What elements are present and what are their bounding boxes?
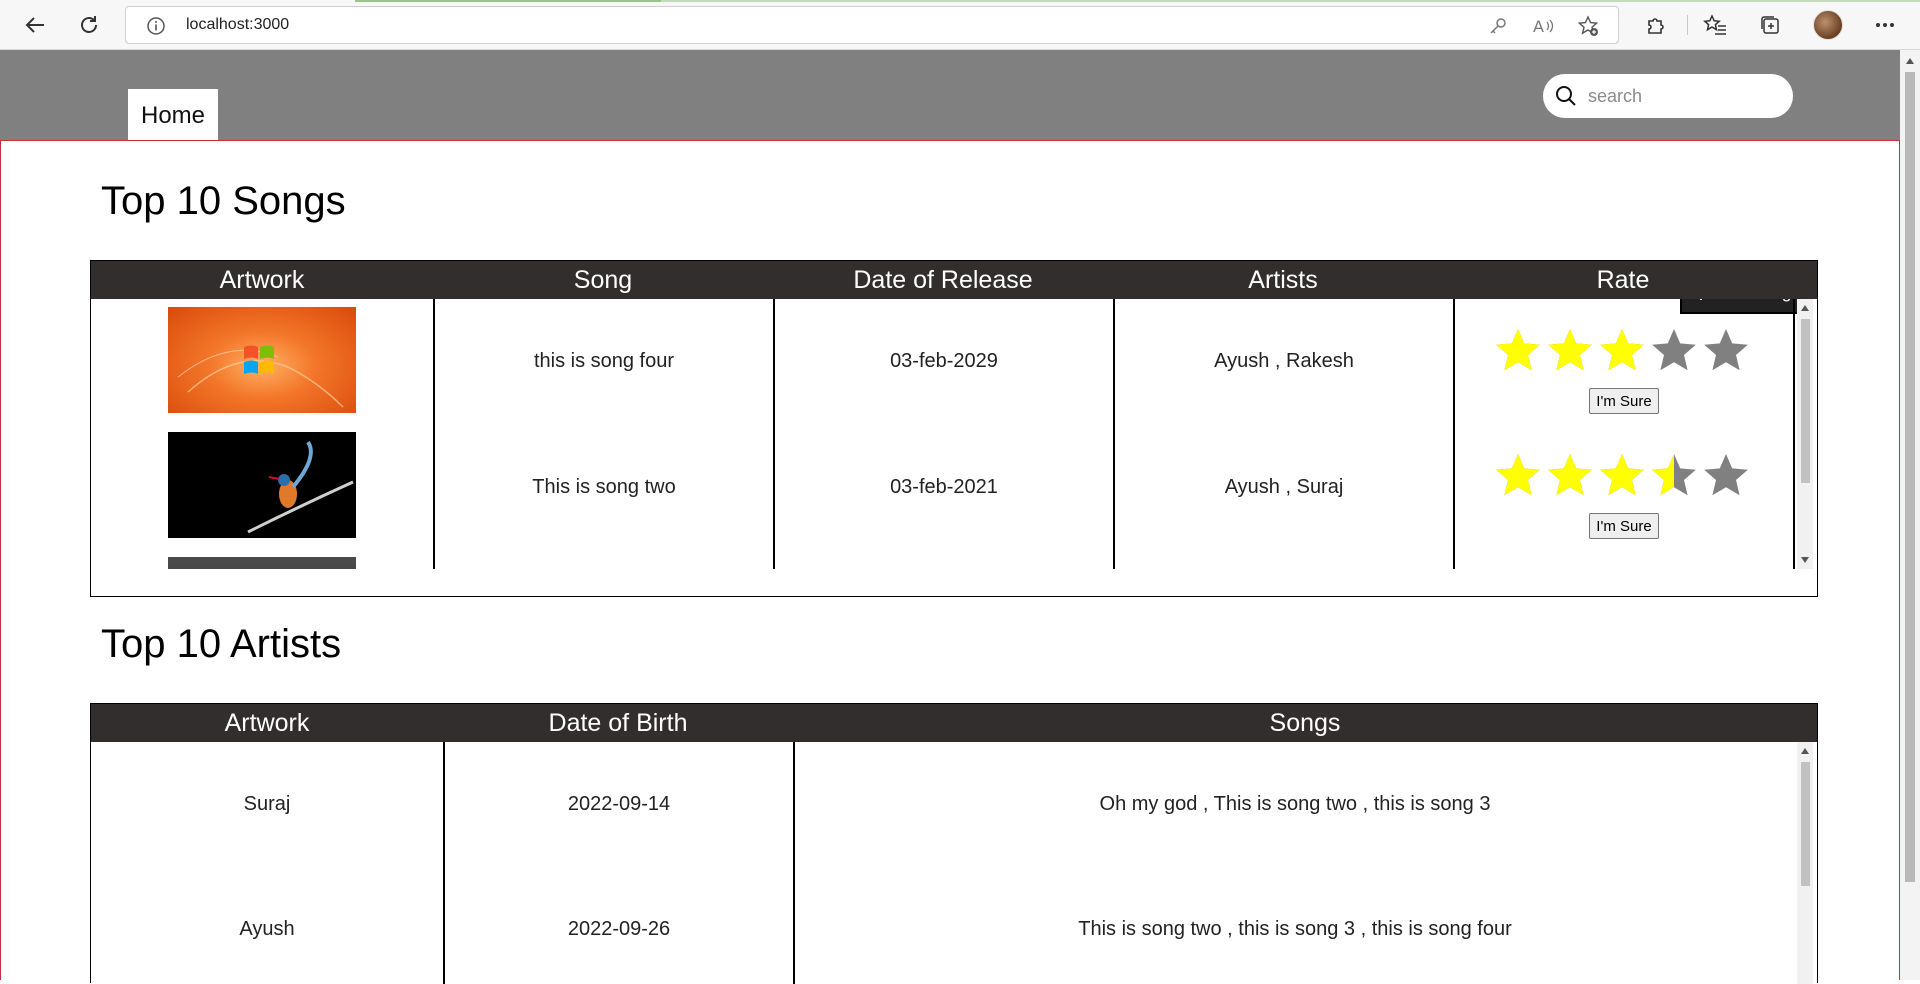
star-icon[interactable] [1702, 327, 1750, 375]
page-scrollbar[interactable] [1900, 50, 1920, 980]
search-icon [1555, 85, 1577, 111]
star-icon[interactable] [1650, 327, 1698, 375]
star-icon[interactable] [1546, 452, 1594, 500]
header-rate: Rate [1596, 265, 1650, 294]
scroll-down-arrow-icon[interactable] [1801, 557, 1809, 563]
star-icon[interactable] [1546, 327, 1594, 375]
favorites-icon [1703, 14, 1726, 35]
more-icon [1876, 23, 1894, 27]
scroll-up-arrow-icon[interactable] [1906, 58, 1914, 64]
header-song: Song [573, 265, 633, 294]
header-artists: Artists [1248, 265, 1318, 294]
scrollbar-thumb[interactable] [1801, 319, 1810, 483]
songs-table-body: this is song four 03-feb-2029 Ayush , Ra… [91, 299, 1817, 569]
song-artists: Ayush , Suraj [1224, 475, 1344, 498]
release-date: 03-feb-2021 [890, 475, 998, 498]
artists-table-body: Suraj 2022-09-14 Oh my god , This is son… [91, 742, 1817, 984]
star-rating[interactable] [1494, 452, 1750, 500]
profile-avatar[interactable] [1813, 10, 1843, 40]
artists-table: Artwork Date of Birth Songs Suraj 2022-0… [90, 703, 1818, 984]
song-name: this is song four [533, 349, 675, 372]
address-bar[interactable]: localhost:3000 A [125, 6, 1619, 44]
artists-section-title: Top 10 Artists [101, 622, 342, 666]
windows-logo-icon [177, 345, 344, 408]
scroll-up-arrow-icon[interactable] [1801, 748, 1809, 754]
favorites-button[interactable] [1699, 9, 1731, 41]
read-aloud-icon[interactable]: A [1531, 14, 1555, 38]
settings-menu-button[interactable] [1869, 9, 1901, 41]
collections-icon [1761, 16, 1779, 34]
top-navbar: Home [0, 50, 1900, 142]
song-artwork-image [168, 432, 356, 538]
back-arrow-icon [25, 17, 44, 33]
artists-table-scrollbar[interactable] [1797, 742, 1813, 984]
header-artwork: Artwork [219, 265, 305, 294]
artist-name: Ayush [239, 917, 295, 940]
im-sure-button[interactable]: I'm Sure [1589, 388, 1659, 414]
header-artwork: Artwork [224, 708, 310, 737]
loading-bar [355, 0, 661, 2]
songs-table-header: Artwork Song Date of Release Artists Rat… [91, 261, 1817, 299]
add-favorite-icon[interactable] [1576, 14, 1600, 38]
artist-name: Suraj [243, 792, 291, 815]
header-songs: Songs [1269, 708, 1341, 737]
artist-date-of-birth: 2022-09-14 [567, 792, 671, 815]
song-artwork-image [168, 557, 356, 569]
page-scrollbar-thumb[interactable] [1905, 72, 1915, 882]
main-content: Top 10 Songs Add Song Artwork Song Date … [0, 140, 1900, 984]
search-input[interactable] [1588, 84, 1778, 108]
star-icon[interactable] [1494, 452, 1542, 500]
site-info-icon[interactable] [146, 16, 166, 40]
bird-icon [247, 440, 354, 534]
search-box[interactable] [1543, 74, 1793, 118]
puzzle-icon [1648, 18, 1664, 34]
address-url[interactable]: localhost:3000 [186, 16, 289, 34]
song-name: This is song two [532, 475, 676, 498]
artist-songs: Oh my god , This is song two , this is s… [1099, 792, 1491, 815]
nav-home-tab[interactable]: Home [128, 89, 218, 142]
star-rating[interactable] [1494, 327, 1750, 375]
songs-table: Artwork Song Date of Release Artists Rat… [90, 260, 1818, 597]
toolbar-separator [1687, 15, 1688, 35]
star-icon[interactable] [1650, 452, 1698, 500]
artist-date-of-birth: 2022-09-26 [567, 917, 671, 940]
scroll-up-arrow-icon[interactable] [1801, 305, 1809, 311]
star-icon[interactable] [1702, 452, 1750, 500]
loading-bar-track [661, 0, 1920, 2]
web-page: Home Top 10 Songs Add Song Artwork Song … [0, 50, 1920, 984]
artist-songs: This is song two , this is song 3 , this… [1078, 917, 1512, 940]
reload-icon [81, 16, 97, 33]
star-icon[interactable] [1494, 327, 1542, 375]
header-date-of-release: Date of Release [853, 265, 1033, 294]
back-button[interactable] [19, 9, 51, 41]
song-artwork-image [168, 307, 356, 413]
collections-button[interactable] [1754, 9, 1786, 41]
header-date-of-birth: Date of Birth [548, 708, 688, 737]
column-divider [1453, 299, 1455, 569]
reload-button[interactable] [73, 9, 105, 41]
release-date: 03-feb-2029 [890, 349, 998, 372]
artists-table-header: Artwork Date of Birth Songs [91, 704, 1817, 742]
star-icon[interactable] [1598, 452, 1646, 500]
im-sure-button[interactable]: I'm Sure [1589, 513, 1659, 539]
songs-section-title: Top 10 Songs [101, 179, 346, 223]
song-artists: Ayush , Rakesh [1214, 349, 1354, 372]
extensions-button[interactable] [1640, 9, 1672, 41]
column-divider [1793, 299, 1795, 569]
scrollbar-thumb[interactable] [1801, 762, 1810, 886]
songs-table-scrollbar[interactable] [1797, 299, 1813, 569]
svg-text:A: A [1533, 17, 1544, 36]
password-key-icon[interactable] [1486, 14, 1510, 38]
star-icon[interactable] [1598, 327, 1646, 375]
browser-toolbar: localhost:3000 A [0, 0, 1920, 50]
